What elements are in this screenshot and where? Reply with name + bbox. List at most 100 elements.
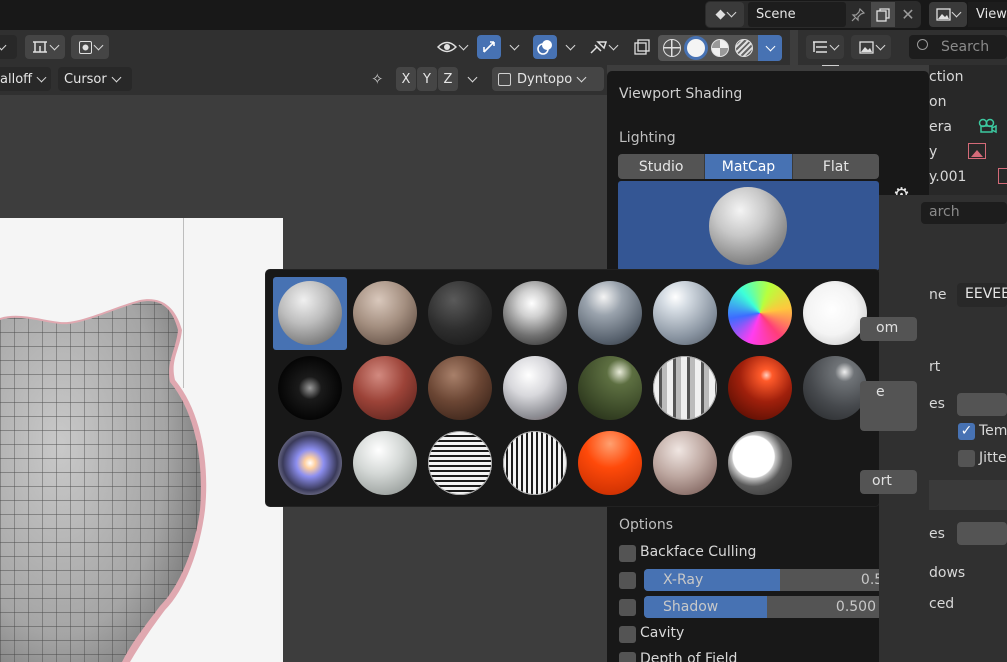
overlays-dropdown[interactable]	[559, 35, 581, 59]
popover-title: Viewport Shading	[619, 86, 743, 102]
matcap-pearl-white[interactable]	[353, 431, 417, 495]
chevron-down-icon	[36, 72, 47, 82]
xray-toggle[interactable]	[630, 35, 654, 59]
mirror-y-toggle[interactable]: Y	[417, 67, 437, 91]
matcap-green-glossy[interactable]	[578, 356, 642, 420]
chevron-down-icon	[93, 40, 103, 50]
scene-name-field[interactable]: Scene	[748, 2, 846, 27]
xray-slider[interactable]: X-Ray 0.500	[644, 569, 915, 591]
matcap-vertical-lines[interactable]	[503, 431, 567, 495]
backface-culling-checkbox[interactable]	[619, 545, 636, 562]
outliner-item-empty-001[interactable]: y.001	[929, 169, 966, 185]
matcap-iridescent[interactable]	[278, 431, 342, 495]
button-om[interactable]: om	[860, 317, 917, 341]
outliner-item-object[interactable]: on	[929, 94, 946, 110]
label-rt: rt	[929, 359, 941, 375]
symmetry-dropdown[interactable]	[459, 67, 485, 91]
view-layer-name[interactable]: View	[968, 2, 1007, 27]
display-mode-button[interactable]	[806, 35, 844, 59]
value-field-2[interactable]	[957, 522, 1007, 545]
chevron-down-icon	[875, 40, 885, 50]
panel-divider	[929, 480, 1007, 510]
gizmo-dropdown[interactable]	[503, 35, 525, 59]
tab-matcap[interactable]: MatCap	[705, 154, 793, 179]
matcap-striped-metal[interactable]	[653, 356, 717, 420]
tab-flat[interactable]: Flat	[792, 154, 879, 179]
chevron-down-icon	[509, 40, 519, 50]
jitter-checkbox[interactable]	[958, 450, 975, 467]
matcap-dark-gray[interactable]	[803, 356, 867, 420]
matcap-basic-1[interactable]	[278, 281, 342, 345]
shadow-slider-label: Shadow	[663, 599, 719, 615]
render-engine-dropdown[interactable]: EEVEE	[957, 283, 1007, 307]
matcap-red-clay[interactable]	[353, 356, 417, 420]
close-icon[interactable]: ✕	[896, 2, 920, 27]
matcap-horizontal-lines[interactable]	[428, 431, 492, 495]
matcap-orange[interactable]	[578, 431, 642, 495]
snap-button[interactable]	[71, 35, 109, 59]
chevron-down-icon	[951, 7, 962, 18]
matcap-brown-wood[interactable]	[428, 356, 492, 420]
properties-search-input[interactable]: arch	[921, 202, 1007, 224]
matcap-metal-shiny[interactable]	[578, 281, 642, 345]
new-scene-button[interactable]	[871, 2, 895, 27]
button-om-label: om	[876, 320, 899, 336]
image-icon	[858, 40, 874, 54]
view-layer-browse-button[interactable]	[929, 2, 967, 27]
filter-button[interactable]	[851, 35, 891, 59]
matcap-glass[interactable]	[653, 281, 717, 345]
button-e[interactable]: e	[860, 381, 917, 431]
pin-icon[interactable]	[846, 2, 870, 27]
matcap-pink-skin[interactable]	[653, 431, 717, 495]
falloff-dropdown[interactable]: alloff	[0, 67, 51, 91]
matcap-dark-rubber[interactable]	[428, 281, 492, 345]
matcap-rainbow[interactable]	[728, 281, 792, 345]
cursor-label: Cursor	[64, 71, 107, 87]
overlays-toggle[interactable]	[533, 35, 557, 59]
matcap-toon-white[interactable]	[728, 431, 792, 495]
matcap-white-soft[interactable]	[803, 281, 867, 345]
shadow-checkbox[interactable]	[619, 599, 636, 616]
matcap-chrome[interactable]	[503, 281, 567, 345]
search-icon	[917, 39, 928, 50]
gizmo-toggle[interactable]	[477, 35, 501, 59]
cursor-dropdown[interactable]: Cursor	[58, 67, 132, 91]
transform-orientation-button[interactable]	[25, 35, 65, 59]
brush-icon	[590, 41, 607, 54]
mirror-z-toggle[interactable]: Z	[438, 67, 458, 91]
mirror-x-toggle[interactable]: X	[396, 67, 416, 91]
sculpt-overlay-button[interactable]	[583, 35, 623, 59]
matcap-red-glossy[interactable]	[728, 356, 792, 420]
xray-checkbox[interactable]	[619, 572, 636, 589]
matcap-skin[interactable]	[353, 281, 417, 345]
shading-popover-button[interactable]	[758, 35, 782, 61]
outliner-item-collection[interactable]: ction	[929, 69, 964, 85]
dyntopo-toggle[interactable]: Dyntopo	[492, 67, 604, 91]
shadow-slider[interactable]: Shadow 0.500	[644, 596, 890, 618]
outliner-search-input[interactable]: Search	[909, 35, 1007, 59]
outliner-item-camera[interactable]: era	[929, 119, 952, 135]
button-ort[interactable]: ort	[860, 470, 917, 494]
button-e-label: e	[876, 384, 885, 400]
visibility-button[interactable]	[432, 35, 472, 59]
camera-data-icon	[977, 117, 997, 135]
sculpt-mesh[interactable]	[0, 290, 270, 662]
chevron-down-icon	[111, 72, 122, 82]
outliner-mode-icon	[813, 41, 827, 53]
image-empty-icon	[968, 143, 986, 159]
matcap-black-glossy[interactable]	[278, 356, 342, 420]
value-field[interactable]	[957, 393, 1007, 416]
matcap-pearl[interactable]	[503, 356, 567, 420]
outliner-item-empty[interactable]: y	[929, 144, 937, 160]
matcap-preview-sphere	[709, 187, 787, 265]
dyntopo-checkbox[interactable]	[498, 72, 511, 86]
tab-studio[interactable]: Studio	[618, 154, 706, 179]
lighting-tabs: Studio MatCap Flat	[618, 154, 879, 179]
temporal-checkbox[interactable]: ✓	[958, 423, 975, 440]
scene-browse-button[interactable]: ◆	[706, 2, 744, 27]
gizmo-icon	[483, 41, 495, 53]
eye-icon	[437, 41, 457, 53]
mode-dropdown[interactable]	[0, 35, 17, 59]
dof-checkbox[interactable]	[619, 652, 636, 662]
cavity-checkbox[interactable]	[619, 626, 636, 643]
